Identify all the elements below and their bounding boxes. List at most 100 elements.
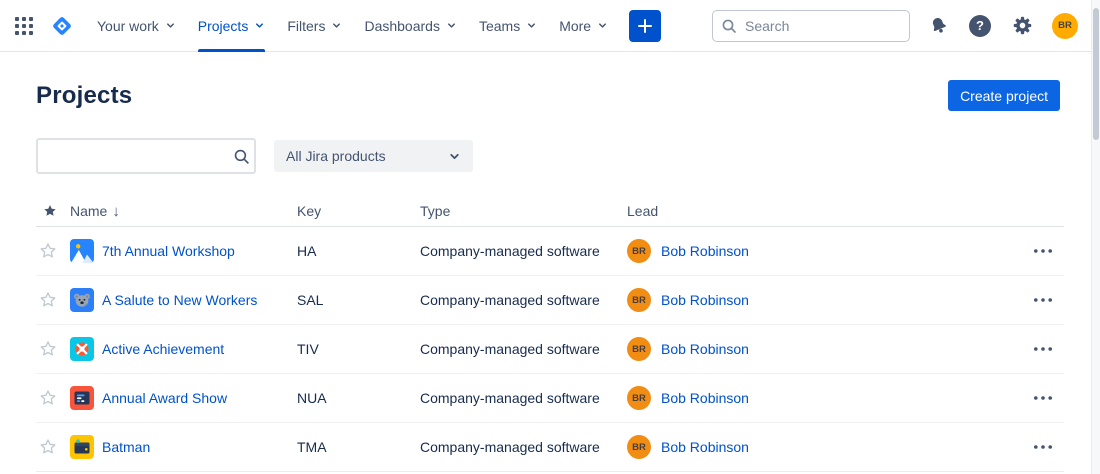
chevron-down-icon	[448, 150, 461, 163]
lead-avatar: BR	[627, 435, 651, 459]
project-type: Company-managed software	[420, 439, 600, 455]
star-column-header[interactable]	[36, 203, 70, 219]
column-header-type[interactable]: Type	[420, 203, 627, 219]
meatball-menu-icon	[1034, 347, 1052, 351]
nav-item-projects[interactable]: Projects	[187, 0, 277, 52]
row-actions-button[interactable]	[1030, 245, 1056, 257]
nav-item-dashboards[interactable]: Dashboards	[353, 0, 468, 52]
table-row: A Salute to New Workers SAL Company-mana…	[36, 276, 1064, 325]
column-header-label: Lead	[627, 203, 659, 219]
user-avatar-initials: BR	[1058, 20, 1072, 31]
chevron-down-icon	[526, 20, 537, 31]
project-name-link[interactable]: A Salute to New Workers	[102, 292, 257, 308]
project-avatar-wallet-icon	[70, 435, 94, 459]
global-search-box[interactable]	[712, 9, 910, 42]
meatball-menu-icon	[1034, 445, 1052, 449]
project-type: Company-managed software	[420, 243, 600, 259]
vertical-scrollbar[interactable]	[1091, 0, 1100, 474]
app-switcher-button[interactable]	[8, 10, 40, 42]
search-icon	[233, 148, 250, 165]
table-row: 7th Annual Workshop HA Company-managed s…	[36, 227, 1064, 276]
jira-logo-icon	[50, 14, 74, 38]
lead-avatar: BR	[627, 386, 651, 410]
nav-item-teams[interactable]: Teams	[468, 0, 548, 52]
column-header-label: Name	[70, 203, 108, 219]
project-type: Company-managed software	[420, 292, 600, 308]
lead-name-link[interactable]: Bob Robinson	[661, 243, 749, 259]
project-filter-search-box[interactable]	[36, 138, 256, 174]
table-row: Annual Award Show NUA Company-managed so…	[36, 374, 1064, 423]
favorite-star-button[interactable]	[38, 388, 58, 408]
project-name-link[interactable]: Batman	[102, 439, 150, 455]
row-actions-button[interactable]	[1030, 392, 1056, 404]
lead-name-link[interactable]: Bob Robinson	[661, 341, 749, 357]
favorite-star-button[interactable]	[38, 437, 58, 457]
project-name-link[interactable]: Annual Award Show	[102, 390, 227, 406]
sort-descending-icon: ↓	[112, 202, 120, 220]
row-actions-button[interactable]	[1030, 441, 1056, 453]
lead-avatar: BR	[627, 239, 651, 263]
nav-item-filters[interactable]: Filters	[276, 0, 353, 52]
settings-button[interactable]	[1009, 10, 1035, 42]
row-actions-button[interactable]	[1030, 294, 1056, 306]
project-key: NUA	[297, 390, 327, 406]
column-header-label: Type	[420, 203, 451, 219]
star-outline-icon	[40, 243, 56, 258]
project-name-link[interactable]: 7th Annual Workshop	[102, 243, 235, 259]
star-outline-icon	[40, 292, 56, 307]
create-quick-button[interactable]	[629, 9, 662, 42]
project-avatar-lifebuoy-icon	[70, 337, 94, 361]
project-key: TIV	[297, 341, 319, 357]
help-button[interactable]: ?	[968, 10, 992, 42]
lead-name-link[interactable]: Bob Robinson	[661, 292, 749, 308]
column-header-label: Key	[297, 203, 322, 219]
nav-item-your-work[interactable]: Your work	[86, 0, 187, 52]
nav-item-label: Your work	[97, 17, 159, 34]
favorite-star-button[interactable]	[38, 290, 58, 310]
project-filter-search-input[interactable]	[48, 147, 233, 165]
favorite-star-button[interactable]	[38, 241, 58, 261]
nav-right-cluster: ? BR	[712, 9, 1078, 42]
lead-avatar-initials: BR	[632, 245, 646, 257]
projects-table: Name ↓ Key Type Lead 7th Annual Workshop…	[36, 196, 1064, 472]
bell-icon	[925, 11, 954, 40]
user-avatar[interactable]: BR	[1052, 12, 1078, 39]
lead-avatar-initials: BR	[632, 294, 646, 306]
scrollbar-thumb[interactable]	[1093, 8, 1099, 140]
lead-avatar: BR	[627, 337, 651, 361]
lead-name-link[interactable]: Bob Robinson	[661, 439, 749, 455]
column-header-key[interactable]: Key	[297, 203, 420, 219]
project-key: SAL	[297, 292, 324, 308]
star-filled-icon	[44, 205, 56, 216]
chevron-down-icon	[331, 20, 342, 31]
apps-grid-icon	[15, 16, 33, 35]
project-name-link[interactable]: Active Achievement	[102, 341, 224, 357]
chevron-down-icon	[165, 20, 176, 31]
column-header-name[interactable]: Name ↓	[70, 203, 297, 220]
project-key: HA	[297, 243, 317, 259]
page-title: Projects	[36, 81, 133, 109]
global-search-input[interactable]	[743, 16, 901, 35]
create-project-button[interactable]: Create project	[948, 80, 1060, 111]
nav-item-label: Filters	[287, 17, 326, 34]
gear-icon	[1011, 14, 1034, 37]
meatball-menu-icon	[1034, 249, 1052, 253]
column-header-lead[interactable]: Lead	[627, 203, 1028, 219]
lead-name-link[interactable]: Bob Robinson	[661, 390, 749, 406]
row-actions-button[interactable]	[1030, 343, 1056, 355]
projects-page: Projects Create project All Jira product…	[0, 52, 1100, 472]
favorite-star-button[interactable]	[38, 339, 58, 359]
nav-item-label: Teams	[478, 17, 521, 34]
product-filter-dropdown[interactable]: All Jira products	[274, 140, 473, 172]
search-icon	[721, 18, 737, 34]
nav-item-more[interactable]: More	[548, 0, 619, 52]
lead-avatar-initials: BR	[632, 343, 646, 355]
product-filter-value: All Jira products	[286, 148, 386, 164]
nav-item-label: Dashboards	[364, 17, 440, 34]
project-avatar-koala-icon	[70, 288, 94, 312]
meatball-menu-icon	[1034, 298, 1052, 302]
top-navigation-bar: Your work Projects Filters Dashboards Te…	[0, 0, 1100, 52]
notifications-button[interactable]	[927, 10, 951, 42]
jira-logo-button[interactable]	[46, 10, 78, 42]
chevron-down-icon	[597, 20, 608, 31]
